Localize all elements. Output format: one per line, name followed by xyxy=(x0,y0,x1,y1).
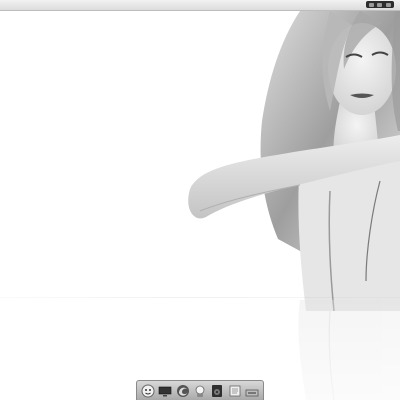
minimize-button[interactable] xyxy=(368,2,374,7)
firefox-icon[interactable] xyxy=(176,384,190,398)
display-icon[interactable] xyxy=(158,384,172,398)
media-player-icon[interactable] xyxy=(210,384,224,398)
window-controls xyxy=(366,1,394,8)
maximize-button[interactable] xyxy=(377,2,383,7)
reflection-horizon xyxy=(0,297,400,298)
document-icon[interactable] xyxy=(228,384,242,398)
dock xyxy=(136,380,264,400)
top-menu-bar xyxy=(0,0,400,11)
close-button[interactable] xyxy=(386,2,392,7)
desktop-wallpaper xyxy=(0,11,400,400)
finder-face-icon[interactable] xyxy=(141,384,155,398)
trash-icon[interactable] xyxy=(245,384,259,398)
app-icon[interactable] xyxy=(193,384,207,398)
